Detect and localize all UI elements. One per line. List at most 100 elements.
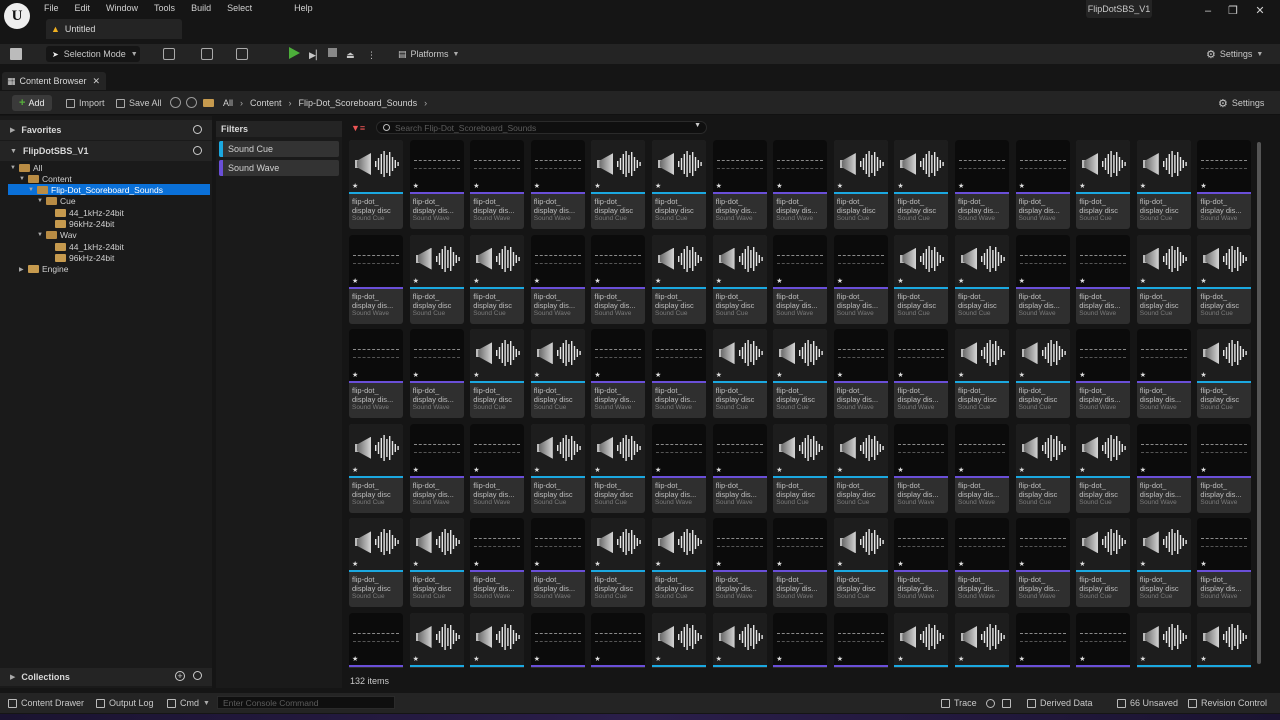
favorite-star-icon[interactable]: ★ — [1019, 655, 1025, 663]
project-header[interactable]: ▼ FlipDotSBS_V1 — [0, 141, 212, 161]
favorite-star-icon[interactable]: ★ — [1140, 277, 1146, 285]
asset-tile-sound-cue[interactable]: ★flip-dot_display discSound Cue — [1136, 518, 1191, 608]
favorite-star-icon[interactable]: ★ — [473, 466, 479, 474]
favorite-star-icon[interactable]: ★ — [716, 560, 722, 568]
asset-tile-sound-wave[interactable]: ★flip-dot_display dis...Sound Wave — [1015, 234, 1070, 324]
asset-tile-sound-cue[interactable]: ★flip-dot_display discSound Cue — [955, 234, 1009, 324]
step-icon[interactable]: ▶▏ — [309, 47, 323, 63]
asset-tile-sound-wave[interactable]: ★flip-dot_display dis...Sound Wave — [1015, 518, 1070, 608]
favorite-star-icon[interactable]: ★ — [413, 466, 419, 474]
add-collection-icon[interactable]: + — [175, 671, 185, 681]
asset-tile-sound-cue[interactable]: ★flip-dot_display discSound Cue — [409, 613, 464, 668]
favorite-star-icon[interactable]: ★ — [534, 655, 540, 663]
favorite-star-icon[interactable]: ★ — [473, 655, 479, 663]
favorite-star-icon[interactable]: ★ — [1079, 371, 1085, 379]
asset-tile-sound-wave[interactable]: ★flip-dot_display dis...Sound Wave — [409, 423, 464, 513]
favorite-star-icon[interactable]: ★ — [716, 277, 722, 285]
favorite-star-icon[interactable]: ★ — [1140, 560, 1146, 568]
asset-tile-sound-wave[interactable]: ★flip-dot_display dis...Sound Wave — [1197, 518, 1252, 608]
more-options-icon[interactable]: ⋮ — [367, 47, 376, 63]
favorite-star-icon[interactable]: ★ — [1079, 182, 1085, 190]
asset-tile-sound-wave[interactable]: ★flip-dot_display dis...Sound Wave — [712, 518, 767, 608]
asset-tile-sound-cue[interactable]: ★flip-dot_display discSound Cue — [712, 329, 767, 419]
asset-tile-sound-cue[interactable]: ★flip-dot_display discSound Cue — [833, 518, 888, 608]
breadcrumb-separator-icon[interactable]: › — [240, 98, 243, 108]
asset-tile-sound-cue[interactable]: ★flip-dot_display discSound Cue — [1015, 329, 1070, 419]
asset-tile-sound-wave[interactable]: ★flip-dot_display dis...Sound Wave — [470, 518, 525, 608]
asset-tile-sound-wave[interactable]: ★flip-dot_display dis...Sound Wave — [773, 140, 828, 229]
favorite-star-icon[interactable]: ★ — [897, 466, 903, 474]
asset-scrollbar[interactable] — [1257, 142, 1261, 664]
chevron-down-icon[interactable]: ▼ — [37, 232, 44, 238]
maximize-icon[interactable]: ❐ — [1221, 2, 1245, 20]
asset-tile-sound-cue[interactable]: ★flip-dot_display discSound Cue — [1076, 518, 1131, 608]
tree-item[interactable]: 96kHz-24bit — [46, 252, 114, 263]
asset-tile-sound-wave[interactable]: ★flip-dot_display dis...Sound Wave — [1076, 613, 1131, 668]
asset-tile-sound-wave[interactable]: ★flip-dot_display dis...Sound Wave — [530, 234, 585, 324]
favorite-star-icon[interactable]: ★ — [1140, 466, 1146, 474]
favorite-star-icon[interactable]: ★ — [837, 182, 843, 190]
favorite-star-icon[interactable]: ★ — [958, 560, 964, 568]
favorite-star-icon[interactable]: ★ — [352, 466, 358, 474]
asset-tile-sound-cue[interactable]: ★flip-dot_display discSound Cue — [894, 234, 949, 324]
favorite-star-icon[interactable]: ★ — [1200, 277, 1206, 285]
asset-tile-sound-wave[interactable]: ★flip-dot_display dis...Sound Wave — [530, 140, 585, 229]
back-icon[interactable] — [170, 97, 181, 108]
favorite-star-icon[interactable]: ★ — [776, 560, 782, 568]
add-button[interactable]: + Add — [12, 95, 52, 111]
asset-tile-sound-wave[interactable]: ★flip-dot_display dis...Sound Wave — [955, 518, 1009, 608]
tree-item[interactable]: ▼ Flip-Dot_Scoreboard_Sounds — [28, 185, 163, 196]
favorite-star-icon[interactable]: ★ — [837, 560, 843, 568]
favorite-star-icon[interactable]: ★ — [716, 182, 722, 190]
favorite-star-icon[interactable]: ★ — [1019, 371, 1025, 379]
favorite-star-icon[interactable]: ★ — [776, 655, 782, 663]
menu-help[interactable]: Help — [294, 2, 322, 14]
asset-tile-sound-wave[interactable]: ★flip-dot_display dis...Sound Wave — [591, 613, 646, 668]
favorite-star-icon[interactable]: ★ — [1019, 560, 1025, 568]
favorite-star-icon[interactable]: ★ — [897, 560, 903, 568]
asset-tile-sound-wave[interactable]: ★flip-dot_display dis...Sound Wave — [1136, 329, 1191, 419]
favorite-star-icon[interactable]: ★ — [897, 655, 903, 663]
derived-data-button[interactable]: Derived Data — [1027, 697, 1093, 709]
favorite-star-icon[interactable]: ★ — [958, 182, 964, 190]
asset-tile-sound-wave[interactable]: ★flip-dot_display dis...Sound Wave — [1197, 423, 1252, 513]
favorite-star-icon[interactable]: ★ — [534, 560, 540, 568]
asset-tile-sound-cue[interactable]: ★flip-dot_display discSound Cue — [349, 423, 403, 513]
asset-tile-sound-cue[interactable]: ★flip-dot_display discSound Cue — [894, 613, 949, 668]
asset-tile-sound-cue[interactable]: ★flip-dot_display discSound Cue — [712, 613, 767, 668]
favorite-star-icon[interactable]: ★ — [1140, 655, 1146, 663]
asset-tile-sound-cue[interactable]: ★flip-dot_display discSound Cue — [712, 234, 767, 324]
asset-tile-sound-wave[interactable]: ★flip-dot_display dis...Sound Wave — [349, 234, 403, 324]
tree-item[interactable]: 44_1kHz-24bit — [46, 241, 124, 252]
tree-item[interactable]: ▼ All — [10, 162, 42, 173]
favorite-star-icon[interactable]: ★ — [897, 371, 903, 379]
menu-tools[interactable]: Tools — [154, 2, 184, 14]
asset-tile-sound-cue[interactable]: ★flip-dot_display discSound Cue — [1136, 234, 1191, 324]
selection-mode-button[interactable]: ➤ Selection Mode ▼ — [46, 46, 140, 62]
blueprint-icon[interactable] — [201, 48, 213, 60]
tree-item[interactable]: 44_1kHz-24bit — [46, 207, 124, 218]
favorite-star-icon[interactable]: ★ — [1019, 277, 1025, 285]
asset-tile-sound-wave[interactable]: ★flip-dot_display dis...Sound Wave — [409, 329, 464, 419]
favorite-star-icon[interactable]: ★ — [1019, 182, 1025, 190]
play-icon[interactable] — [289, 47, 300, 59]
asset-tile-sound-wave[interactable]: ★flip-dot_display dis...Sound Wave — [1076, 234, 1131, 324]
tree-item[interactable]: 96kHz-24bit — [46, 219, 114, 230]
filter-sound-wave[interactable]: Sound Wave — [219, 160, 339, 176]
favorite-star-icon[interactable]: ★ — [413, 655, 419, 663]
filter-dropdown-icon[interactable]: ▼≡ — [351, 123, 365, 133]
asset-tile-sound-cue[interactable]: ★flip-dot_display discSound Cue — [349, 518, 403, 608]
chevron-down-icon[interactable]: ▼ — [19, 176, 26, 182]
stop-icon[interactable] — [328, 48, 337, 57]
asset-tile-sound-wave[interactable]: ★flip-dot_display dis...Sound Wave — [1015, 140, 1070, 229]
favorite-star-icon[interactable]: ★ — [655, 182, 661, 190]
output-log-button[interactable]: Output Log — [96, 697, 154, 709]
favorite-star-icon[interactable]: ★ — [958, 371, 964, 379]
breadcrumb-separator-icon[interactable]: › — [289, 98, 292, 108]
asset-tile-sound-wave[interactable]: ★flip-dot_display dis...Sound Wave — [470, 140, 525, 229]
tree-item[interactable]: ▼ Cue — [37, 196, 76, 207]
chevron-down-icon[interactable]: ▼ — [28, 187, 35, 193]
menu-window[interactable]: Window — [106, 2, 147, 14]
asset-tile-sound-wave[interactable]: ★flip-dot_display dis...Sound Wave — [1015, 613, 1070, 668]
asset-tile-sound-cue[interactable]: ★flip-dot_display discSound Cue — [773, 329, 828, 419]
